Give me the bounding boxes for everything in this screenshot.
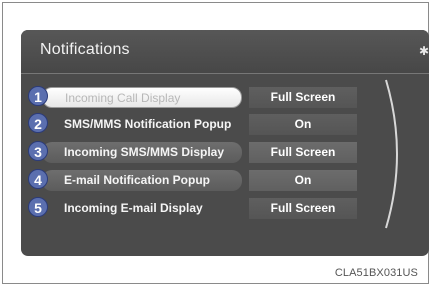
callout-number: 1 (28, 86, 48, 106)
incoming-email-display-value[interactable]: Full Screen (249, 198, 357, 219)
header-bar: Notifications ✱ (21, 30, 429, 73)
callout-number: 5 (28, 197, 48, 217)
bluetooth-icon: ✱ (419, 44, 429, 58)
setting-row-incoming-sms-mms-display: Incoming SMS/MMS Display 3 Full Screen (21, 141, 381, 163)
sms-mms-notification-popup-button[interactable]: SMS/MMS Notification Popup (42, 114, 242, 135)
incoming-email-display-button[interactable]: Incoming E-mail Display (42, 198, 242, 219)
callout-number: 3 (28, 141, 48, 161)
figure-caption: CLA51BX031US (334, 267, 418, 279)
setting-row-incoming-email-display: Incoming E-mail Display 5 Full Screen (21, 197, 381, 219)
email-notification-popup-value[interactable]: On (249, 170, 357, 191)
email-notification-popup-button[interactable]: E-mail Notification Popup (42, 170, 242, 191)
scroll-indicator[interactable] (384, 74, 410, 234)
setting-row-email-notification-popup: E-mail Notification Popup 4 On (21, 169, 381, 191)
sms-mms-notification-popup-value[interactable]: On (249, 114, 357, 135)
setting-row-incoming-call-display: Incoming Call Display 1 Full Screen (21, 86, 381, 108)
figure-frame: Notifications ✱ Incoming Call Display 1 (2, 2, 429, 284)
page-title: Notifications (40, 41, 130, 58)
notifications-screen: Notifications ✱ Incoming Call Display 1 (21, 30, 429, 256)
callout-number: 2 (28, 113, 48, 133)
callout-number: 4 (28, 169, 48, 189)
header-divider (21, 73, 429, 74)
incoming-call-display-button[interactable]: Incoming Call Display (42, 87, 242, 108)
incoming-sms-mms-display-value[interactable]: Full Screen (249, 142, 357, 163)
setting-row-sms-mms-notification-popup: SMS/MMS Notification Popup 2 On (21, 113, 381, 135)
incoming-call-display-value[interactable]: Full Screen (249, 87, 357, 108)
incoming-sms-mms-display-button[interactable]: Incoming SMS/MMS Display (42, 142, 242, 163)
